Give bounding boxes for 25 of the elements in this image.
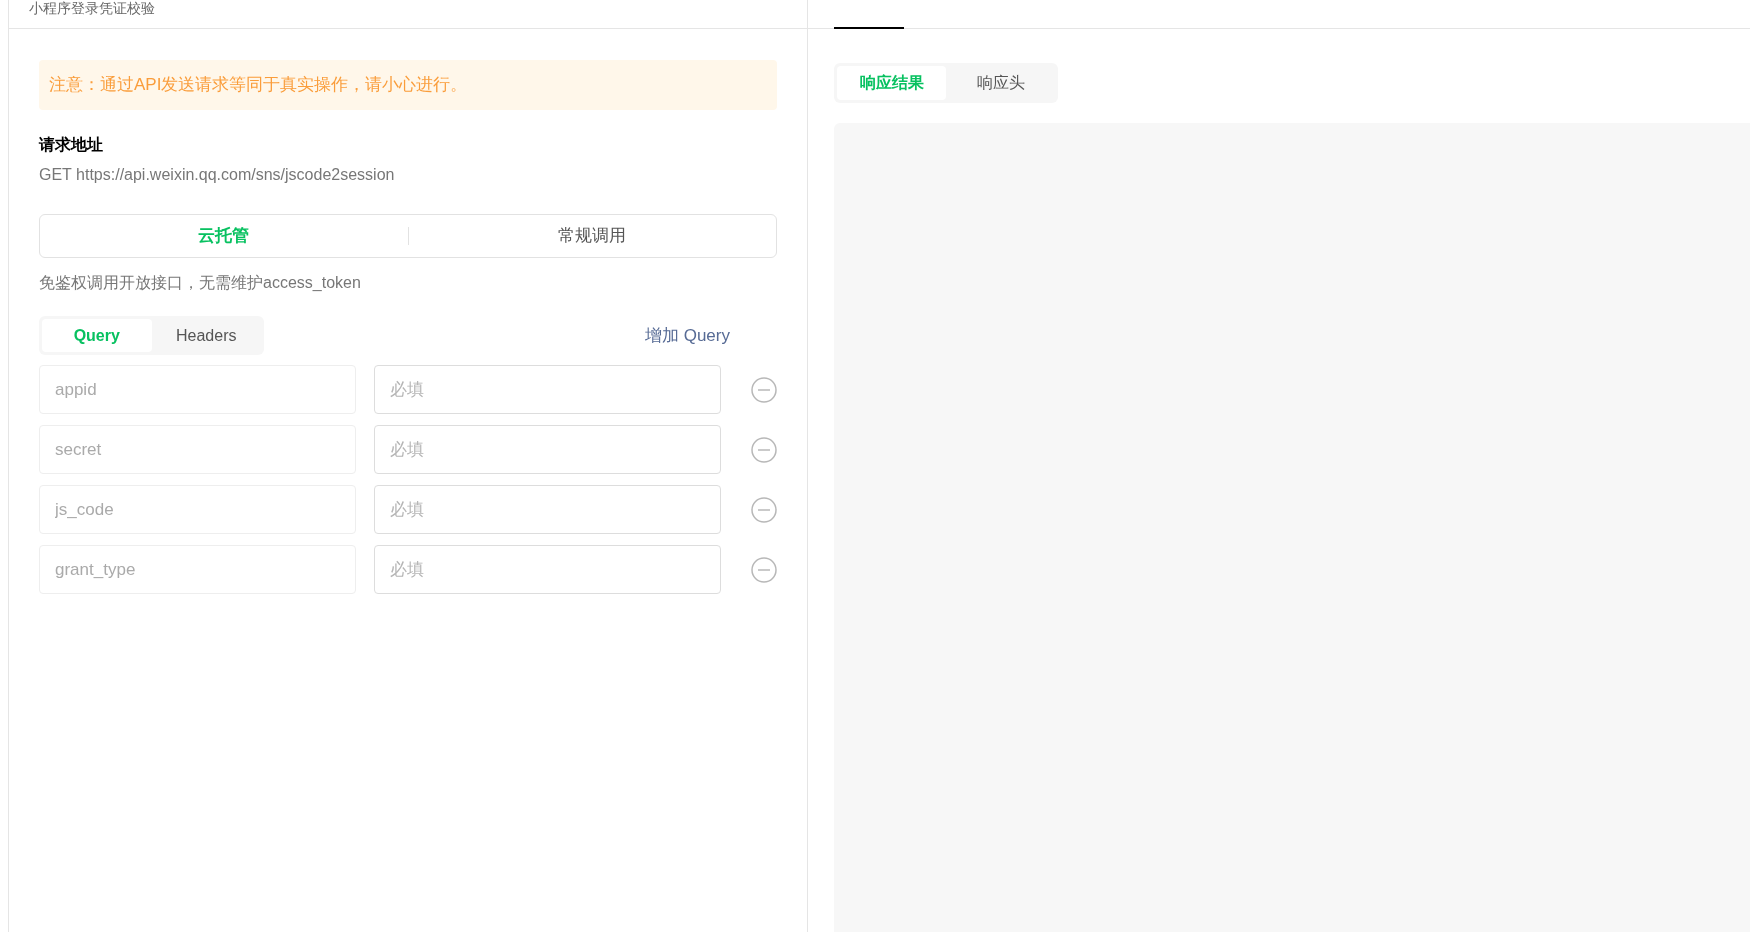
- key-field[interactable]: js_code: [39, 485, 356, 534]
- value-field[interactable]: 必填: [374, 365, 721, 414]
- warning-notice: 注意：通过API发送请求等同于真实操作，请小心进行。: [39, 60, 777, 110]
- active-tab-underline: [834, 27, 904, 29]
- page-title: 小程序登录凭证校验: [29, 0, 155, 17]
- remove-icon[interactable]: [751, 496, 777, 523]
- remove-icon[interactable]: [751, 556, 777, 583]
- tab[interactable]: 响应头: [946, 66, 1055, 100]
- value-field[interactable]: 必填: [374, 545, 721, 594]
- add-query-link[interactable]: 增加 Query: [644, 322, 730, 349]
- mode-tab[interactable]: 云托管: [40, 215, 408, 257]
- section-heading: 请求地址: [39, 135, 104, 155]
- remove-icon[interactable]: [751, 376, 777, 403]
- key-field[interactable]: secret: [39, 425, 356, 474]
- mode-tab[interactable]: 常规调用: [408, 215, 776, 257]
- key-field[interactable]: grant_type: [39, 545, 356, 594]
- value-field[interactable]: 必填: [374, 425, 721, 474]
- mode-description: 免鉴权调用开放接口，无需维护access_token: [39, 273, 362, 293]
- remove-icon[interactable]: [751, 436, 777, 463]
- value-field[interactable]: 必填: [374, 485, 721, 534]
- request-url: GET https://api.weixin.qq.com/sns/jscode2session: [39, 165, 396, 185]
- key-field[interactable]: appid: [39, 365, 356, 414]
- tab[interactable]: 响应结果: [837, 66, 946, 100]
- tab[interactable]: Query: [42, 319, 152, 352]
- tab[interactable]: Headers: [151, 319, 261, 352]
